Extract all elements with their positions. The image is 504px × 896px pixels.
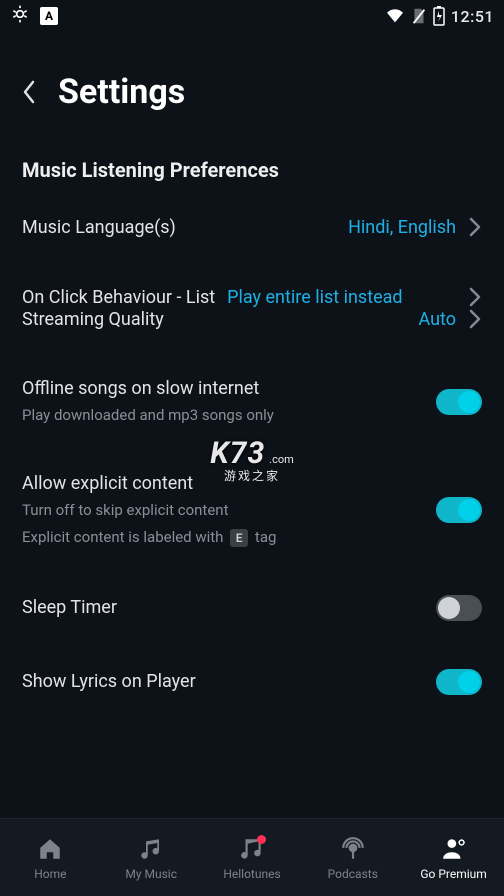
- home-icon: [36, 835, 64, 863]
- chevron-right-icon: [468, 286, 482, 308]
- offline-label: Offline songs on slow internet: [22, 378, 424, 399]
- clock: 12:51: [451, 7, 494, 26]
- chevron-right-icon: [468, 216, 482, 238]
- row-show-lyrics[interactable]: Show Lyrics on Player: [22, 669, 482, 695]
- bug-icon: [10, 4, 30, 28]
- offline-toggle[interactable]: [436, 389, 482, 415]
- nav-home[interactable]: Home: [0, 819, 101, 896]
- music-note-icon: [137, 835, 165, 863]
- on-click-label: On Click Behaviour - List: [22, 287, 215, 308]
- status-right: 12:51: [385, 6, 494, 26]
- explicit-toggle[interactable]: [436, 497, 482, 523]
- no-sim-icon: [411, 7, 427, 25]
- nav-podcasts[interactable]: Podcasts: [302, 819, 403, 896]
- nav-my-music-label: My Music: [125, 867, 177, 881]
- nav-hellotunes[interactable]: Hellotunes: [202, 819, 303, 896]
- row-explicit-content[interactable]: Allow explicit content Turn off to skip …: [22, 473, 482, 547]
- streaming-quality-value: Auto: [418, 309, 456, 330]
- explicit-sub2: Explicit content is labeled with E tag: [22, 527, 424, 547]
- status-bar: A 12:51: [0, 0, 504, 32]
- page-title: Settings: [58, 72, 185, 112]
- explicit-sub1: Turn off to skip explicit content: [22, 500, 424, 520]
- status-left: A: [10, 4, 58, 28]
- wifi-icon: [385, 8, 405, 24]
- explicit-label: Allow explicit content: [22, 473, 424, 494]
- notification-dot-icon: [257, 835, 266, 844]
- podcast-icon: [339, 835, 367, 863]
- ime-icon: A: [40, 7, 58, 25]
- nav-hellotunes-label: Hellotunes: [223, 867, 280, 881]
- row-on-click-behaviour[interactable]: On Click Behaviour - List Play entire li…: [22, 286, 482, 308]
- row-offline-songs[interactable]: Offline songs on slow internet Play down…: [22, 378, 482, 425]
- nav-premium-label: Go Premium: [420, 867, 486, 881]
- battery-charging-icon: [433, 6, 445, 26]
- nav-home-label: Home: [34, 867, 66, 881]
- row-streaming-quality[interactable]: Streaming Quality Auto: [22, 308, 482, 330]
- section-music-prefs: Music Listening Preferences: [22, 158, 482, 182]
- music-language-value: Hindi, English: [348, 217, 456, 238]
- settings-header: Settings: [0, 32, 504, 136]
- sleep-toggle[interactable]: [436, 595, 482, 621]
- chevron-right-icon: [468, 308, 482, 330]
- lyrics-label: Show Lyrics on Player: [22, 671, 424, 692]
- explicit-sub2c: tag: [255, 528, 277, 546]
- nav-go-premium[interactable]: Go Premium: [403, 819, 504, 896]
- sleep-label: Sleep Timer: [22, 597, 424, 618]
- hellotunes-icon: [238, 835, 266, 863]
- settings-content: Music Listening Preferences Music Langua…: [0, 158, 504, 695]
- nav-my-music[interactable]: My Music: [101, 819, 202, 896]
- lyrics-toggle[interactable]: [436, 669, 482, 695]
- bottom-nav: Home My Music Hellotunes Podcasts Go Pre…: [0, 818, 504, 896]
- offline-sub: Play downloaded and mp3 songs only: [22, 405, 424, 425]
- row-sleep-timer[interactable]: Sleep Timer: [22, 595, 482, 621]
- explicit-sub2a: Explicit content is labeled with: [22, 528, 223, 546]
- premium-icon: [440, 835, 468, 863]
- streaming-quality-label: Streaming Quality: [22, 309, 406, 330]
- back-button[interactable]: [20, 78, 38, 106]
- nav-podcasts-label: Podcasts: [328, 867, 378, 881]
- row-music-language[interactable]: Music Language(s) Hindi, English: [22, 216, 482, 238]
- explicit-e-tag-icon: E: [230, 529, 248, 547]
- on-click-value: Play entire list instead: [227, 287, 456, 308]
- music-language-label: Music Language(s): [22, 217, 336, 238]
